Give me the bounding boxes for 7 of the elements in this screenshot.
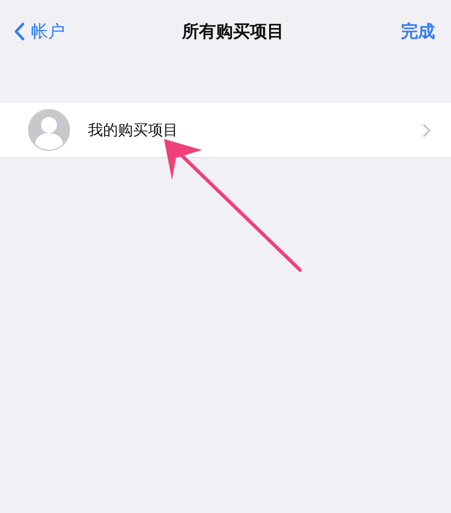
chevron-left-icon — [14, 22, 25, 40]
back-button[interactable]: 帐户 — [14, 20, 65, 42]
avatar-icon — [28, 109, 70, 151]
chevron-right-icon — [422, 122, 431, 138]
page-title: 所有购买项目 — [182, 20, 284, 42]
done-button[interactable]: 完成 — [401, 20, 435, 42]
item-label: 我的购买项目 — [88, 120, 179, 140]
